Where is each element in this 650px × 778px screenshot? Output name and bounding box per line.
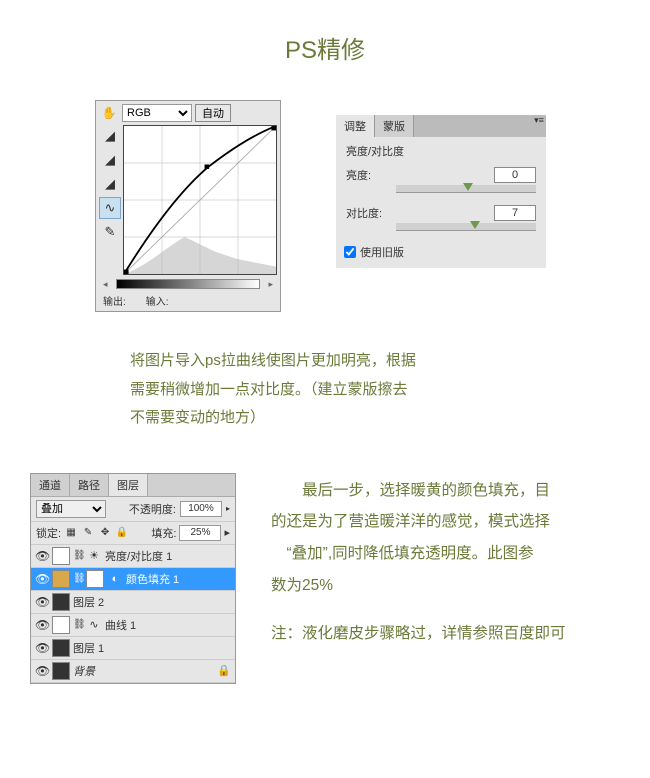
eye-icon[interactable]: 👁	[35, 618, 49, 632]
chevron-down-icon[interactable]: ▸	[224, 526, 230, 539]
paragraph-1: 将图片导入ps拉曲线使图片更加明亮，根据 需要稍微增加一点对比度。（建立蒙版擦去…	[0, 312, 440, 473]
chevron-down-icon[interactable]: ▸	[226, 504, 230, 513]
layer-row[interactable]: 👁 ⛓ ☀ 亮度/对比度 1	[31, 545, 235, 568]
curves-panel: ✋ RGB 自动 ◢ ◢ ◢ ∿ ✎	[95, 100, 281, 312]
row-panels-2: 通道 路径 图层 叠加 不透明度: 100% ▸ 锁定: ▦ ✎ ✥ 🔒 填充:…	[0, 473, 650, 684]
mask-thumb[interactable]	[52, 616, 70, 634]
lock-label: 锁定:	[36, 525, 61, 541]
eyedropper-black-icon[interactable]: ◢	[99, 125, 121, 147]
mask-thumb[interactable]	[52, 547, 70, 565]
eye-icon[interactable]: 👁	[35, 595, 49, 609]
tab-adjustments[interactable]: 调整	[336, 115, 375, 137]
layer-row[interactable]: 👁 图层 2	[31, 591, 235, 614]
fill-value[interactable]: 25%	[179, 525, 221, 541]
brightness-contrast-panel: 调整 蒙版 ▾≡ 亮度/对比度 亮度: 0 对比度: 7 使用旧版	[336, 115, 546, 268]
layer-row[interactable]: 👁 ⛓ ◐ 颜色填充 1	[31, 568, 235, 591]
lock-position-icon[interactable]: ✥	[98, 526, 112, 540]
eye-icon[interactable]: 👁	[35, 664, 49, 678]
output-label: 输出:	[103, 293, 126, 308]
eye-icon[interactable]: 👁	[35, 641, 49, 655]
eyedropper-gray-icon[interactable]: ◢	[99, 149, 121, 171]
paragraph-2: 最后一步，选择暖黄的颜色填充，目 的还是为了营造暖洋洋的感觉，模式选择 “叠加”…	[271, 473, 630, 650]
tab-paths[interactable]: 路径	[70, 474, 109, 496]
blend-mode-select[interactable]: 叠加	[36, 500, 106, 518]
layers-list: 👁 ⛓ ☀ 亮度/对比度 1 👁 ⛓ ◐ 颜色填充 1 👁 图层 2 👁	[31, 545, 235, 683]
lock-pixels-icon[interactable]: ✎	[81, 526, 95, 540]
curves-graph[interactable]	[123, 125, 277, 275]
layer-row[interactable]: 👁 ⛓ ∿ 曲线 1	[31, 614, 235, 637]
color-fill-thumb[interactable]	[52, 570, 70, 588]
page-title: PS精修	[0, 0, 650, 100]
curve-tool-icon[interactable]: ∿	[99, 197, 121, 219]
input-label: 输入:	[146, 293, 169, 308]
footnote: 注：液化磨皮步骤略过，详情参照百度即可	[271, 618, 624, 650]
layers-panel: 通道 路径 图层 叠加 不透明度: 100% ▸ 锁定: ▦ ✎ ✥ 🔒 填充:…	[30, 473, 236, 684]
legacy-checkbox[interactable]	[344, 246, 356, 258]
brightness-value[interactable]: 0	[494, 167, 536, 183]
curves-ramp[interactable]	[116, 279, 261, 289]
eye-icon[interactable]: 👁	[35, 572, 49, 586]
adjustment-icon: ◐	[107, 571, 123, 587]
layer-name[interactable]: 曲线 1	[105, 617, 231, 633]
eye-icon[interactable]: 👁	[35, 549, 49, 563]
lock-icon: 🔒	[217, 664, 231, 677]
panel-menu-icon[interactable]: ▾≡	[532, 115, 546, 137]
hand-icon[interactable]: ✋	[99, 104, 119, 122]
mask-thumb[interactable]	[86, 570, 104, 588]
tab-masks[interactable]: 蒙版	[375, 115, 414, 137]
contrast-slider[interactable]	[396, 223, 536, 231]
opacity-label: 不透明度:	[129, 501, 176, 517]
auto-button[interactable]: 自动	[195, 104, 231, 122]
tab-channels[interactable]: 通道	[31, 474, 70, 496]
lock-all-icon[interactable]: 🔒	[115, 526, 129, 540]
eyedropper-white-icon[interactable]: ◢	[99, 173, 121, 195]
layer-thumb[interactable]	[52, 639, 70, 657]
brightness-label: 亮度:	[346, 167, 396, 183]
bc-title: 亮度/对比度	[336, 137, 546, 163]
row-panels-1: ✋ RGB 自动 ◢ ◢ ◢ ∿ ✎	[0, 100, 650, 312]
channel-select[interactable]: RGB	[122, 104, 192, 122]
layer-row[interactable]: 👁 图层 1	[31, 637, 235, 660]
layer-name[interactable]: 图层 2	[73, 594, 231, 610]
contrast-label: 对比度:	[346, 205, 396, 221]
link-icon[interactable]: ⛓	[73, 573, 83, 584]
layer-name[interactable]: 背景	[73, 663, 214, 679]
curves-tools: ◢ ◢ ◢ ∿ ✎	[99, 125, 121, 275]
layer-name[interactable]: 亮度/对比度 1	[105, 548, 231, 564]
fill-label: 填充:	[151, 525, 176, 541]
link-icon[interactable]: ⛓	[73, 619, 83, 630]
pencil-tool-icon[interactable]: ✎	[99, 221, 121, 243]
legacy-label: 使用旧版	[360, 244, 404, 260]
lock-transparent-icon[interactable]: ▦	[64, 526, 78, 540]
layer-name[interactable]: 颜色填充 1	[126, 571, 231, 587]
contrast-value[interactable]: 7	[494, 205, 536, 221]
layer-row[interactable]: 👁 背景 🔒	[31, 660, 235, 683]
brightness-adj-icon: ☀	[86, 548, 102, 564]
brightness-slider[interactable]	[396, 185, 536, 193]
link-icon[interactable]: ⛓	[73, 550, 83, 561]
opacity-value[interactable]: 100%	[180, 501, 222, 517]
curves-adj-icon: ∿	[86, 617, 102, 633]
layer-thumb[interactable]	[52, 593, 70, 611]
layer-thumb[interactable]	[52, 662, 70, 680]
tab-layers[interactable]: 图层	[109, 474, 148, 496]
layer-name[interactable]: 图层 1	[73, 640, 231, 656]
